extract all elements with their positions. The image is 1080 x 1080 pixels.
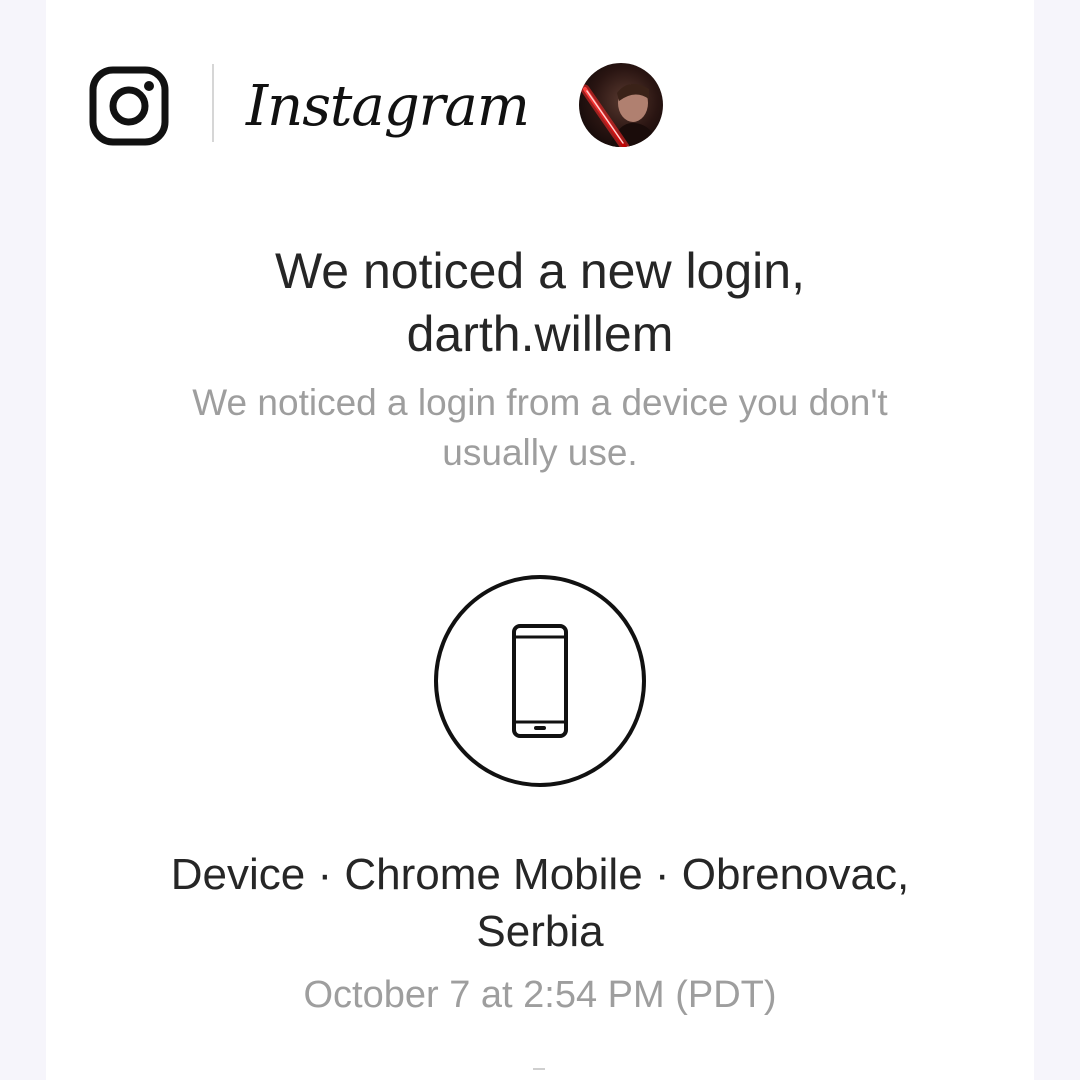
- avatar[interactable]: [579, 63, 663, 147]
- instagram-wordmark[interactable]: Instagram: [246, 62, 530, 152]
- divider: [533, 1068, 545, 1070]
- logo-divider: [212, 64, 214, 142]
- smartphone-icon: [433, 574, 647, 788]
- device-details: Device · Chrome Mobile · Obrenovac, Serb…: [100, 846, 980, 960]
- subtext-line-2: usually use.: [442, 432, 638, 473]
- headline-username: darth.willem: [406, 306, 674, 362]
- subtext-line-1: We noticed a login from a device you don…: [192, 382, 888, 423]
- login-subtext: We noticed a login from a device you don…: [140, 378, 940, 478]
- device-details-line-1: Device · Chrome Mobile · Obrenovac,: [170, 850, 910, 899]
- device-details-line-2: Serbia: [476, 907, 604, 956]
- headline-line-1: We noticed a new login,: [275, 243, 805, 299]
- login-headline: We noticed a new login, darth.willem: [140, 240, 940, 366]
- instagram-camera-icon[interactable]: [89, 66, 169, 146]
- login-timestamp: October 7 at 2:54 PM (PDT): [303, 974, 777, 1016]
